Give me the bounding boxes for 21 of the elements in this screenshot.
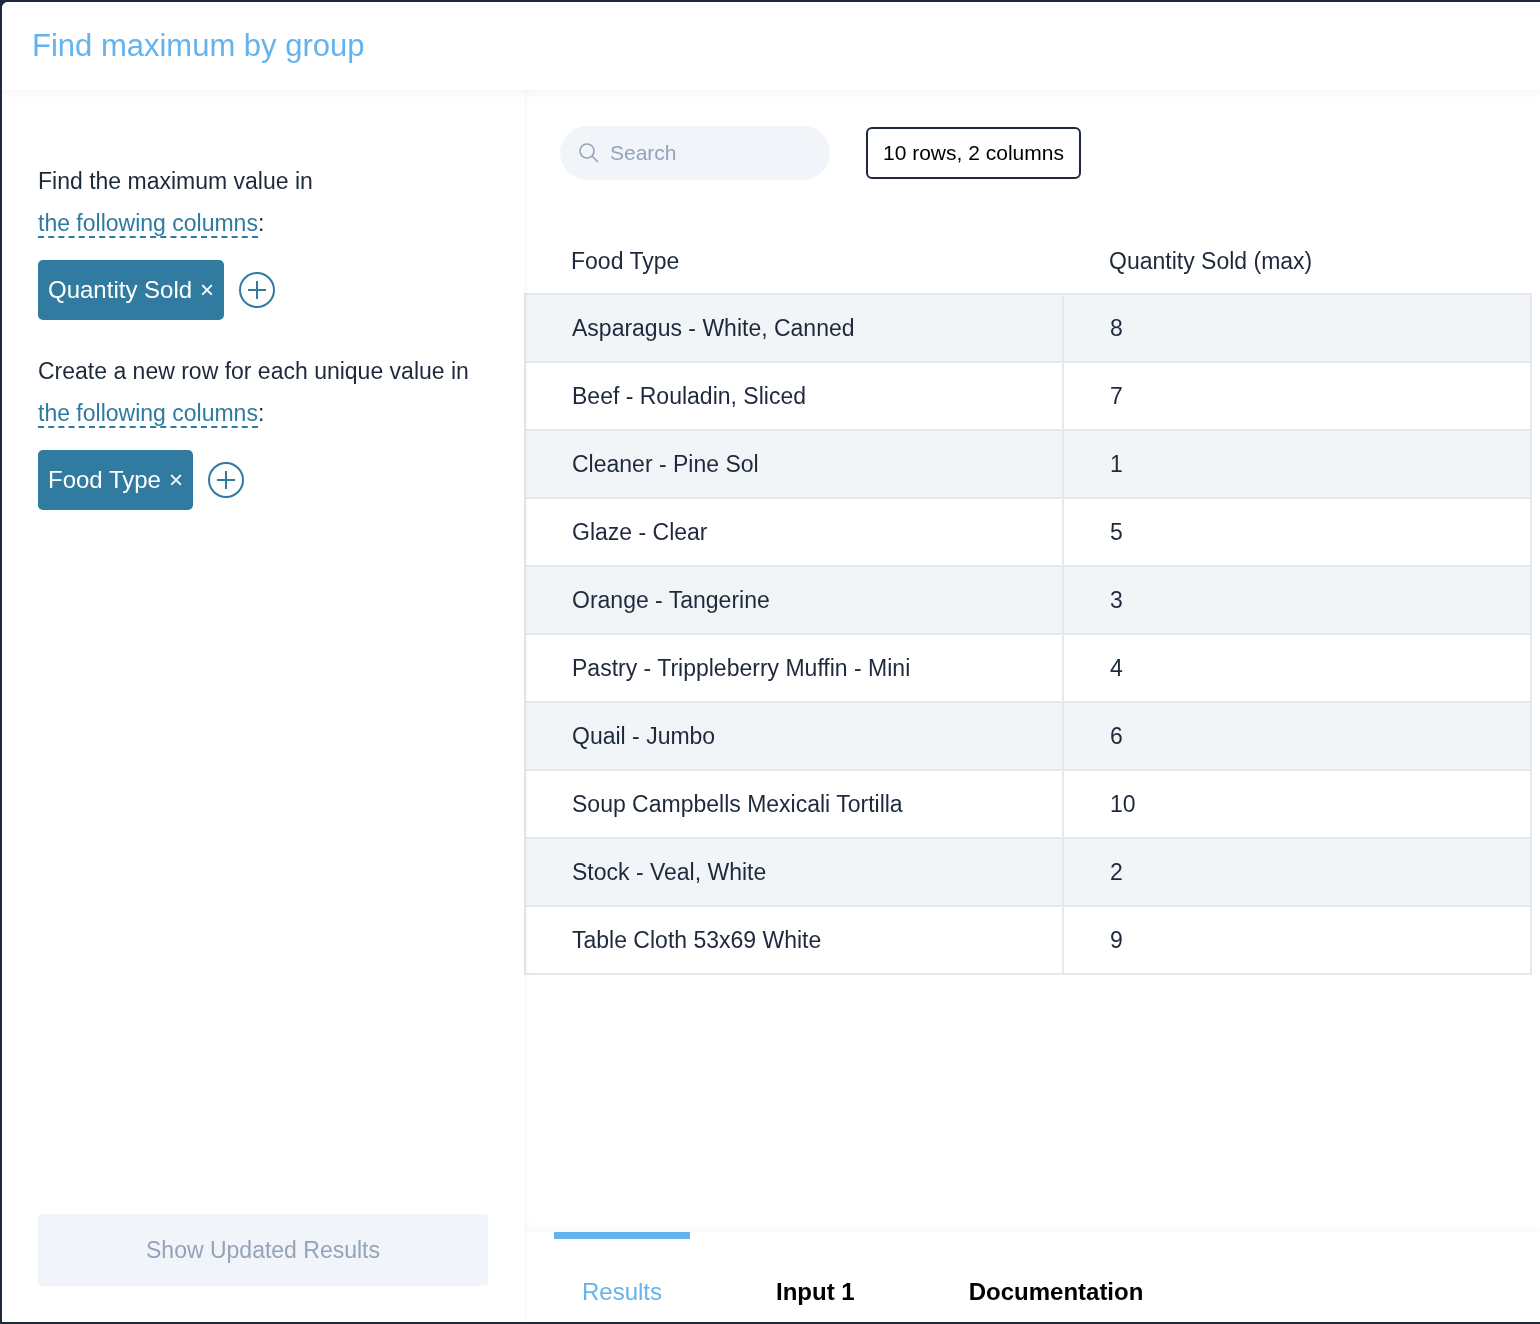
table-cell: Table Cloth 53x69 White xyxy=(525,906,1063,974)
tab[interactable]: Documentation xyxy=(940,1232,1172,1322)
column-header: Food Type xyxy=(525,230,1063,294)
table-cell: 8 xyxy=(1063,294,1531,362)
tab[interactable]: Input 1 xyxy=(748,1232,883,1322)
column-picker-link[interactable]: the following columns xyxy=(38,400,258,428)
instruction-text: Find the maximum value in the following columns: xyxy=(38,167,314,240)
chip-label: Quantity Sold xyxy=(48,275,193,305)
table-cell: Asparagus - White, Canned xyxy=(525,294,1063,362)
column-header: Quantity Sold (max) xyxy=(1063,230,1531,294)
table-cell: 9 xyxy=(1063,906,1531,974)
search-field[interactable]: Search xyxy=(560,126,830,180)
column-picker-link[interactable]: the following columns xyxy=(38,210,258,238)
chip-label: Food Type xyxy=(48,465,161,495)
instruction-text: Create a new row for each unique value in the following columns: xyxy=(38,357,470,430)
remove-chip-button[interactable]: × xyxy=(200,278,215,302)
add-circle-icon[interactable] xyxy=(238,271,277,309)
row-count-badge: 10 rows, 2 columns xyxy=(866,127,1081,179)
page-title: Find maximum by group xyxy=(32,26,365,65)
remove-chip-button[interactable]: × xyxy=(168,468,183,492)
add-circle-icon[interactable] xyxy=(207,461,245,499)
